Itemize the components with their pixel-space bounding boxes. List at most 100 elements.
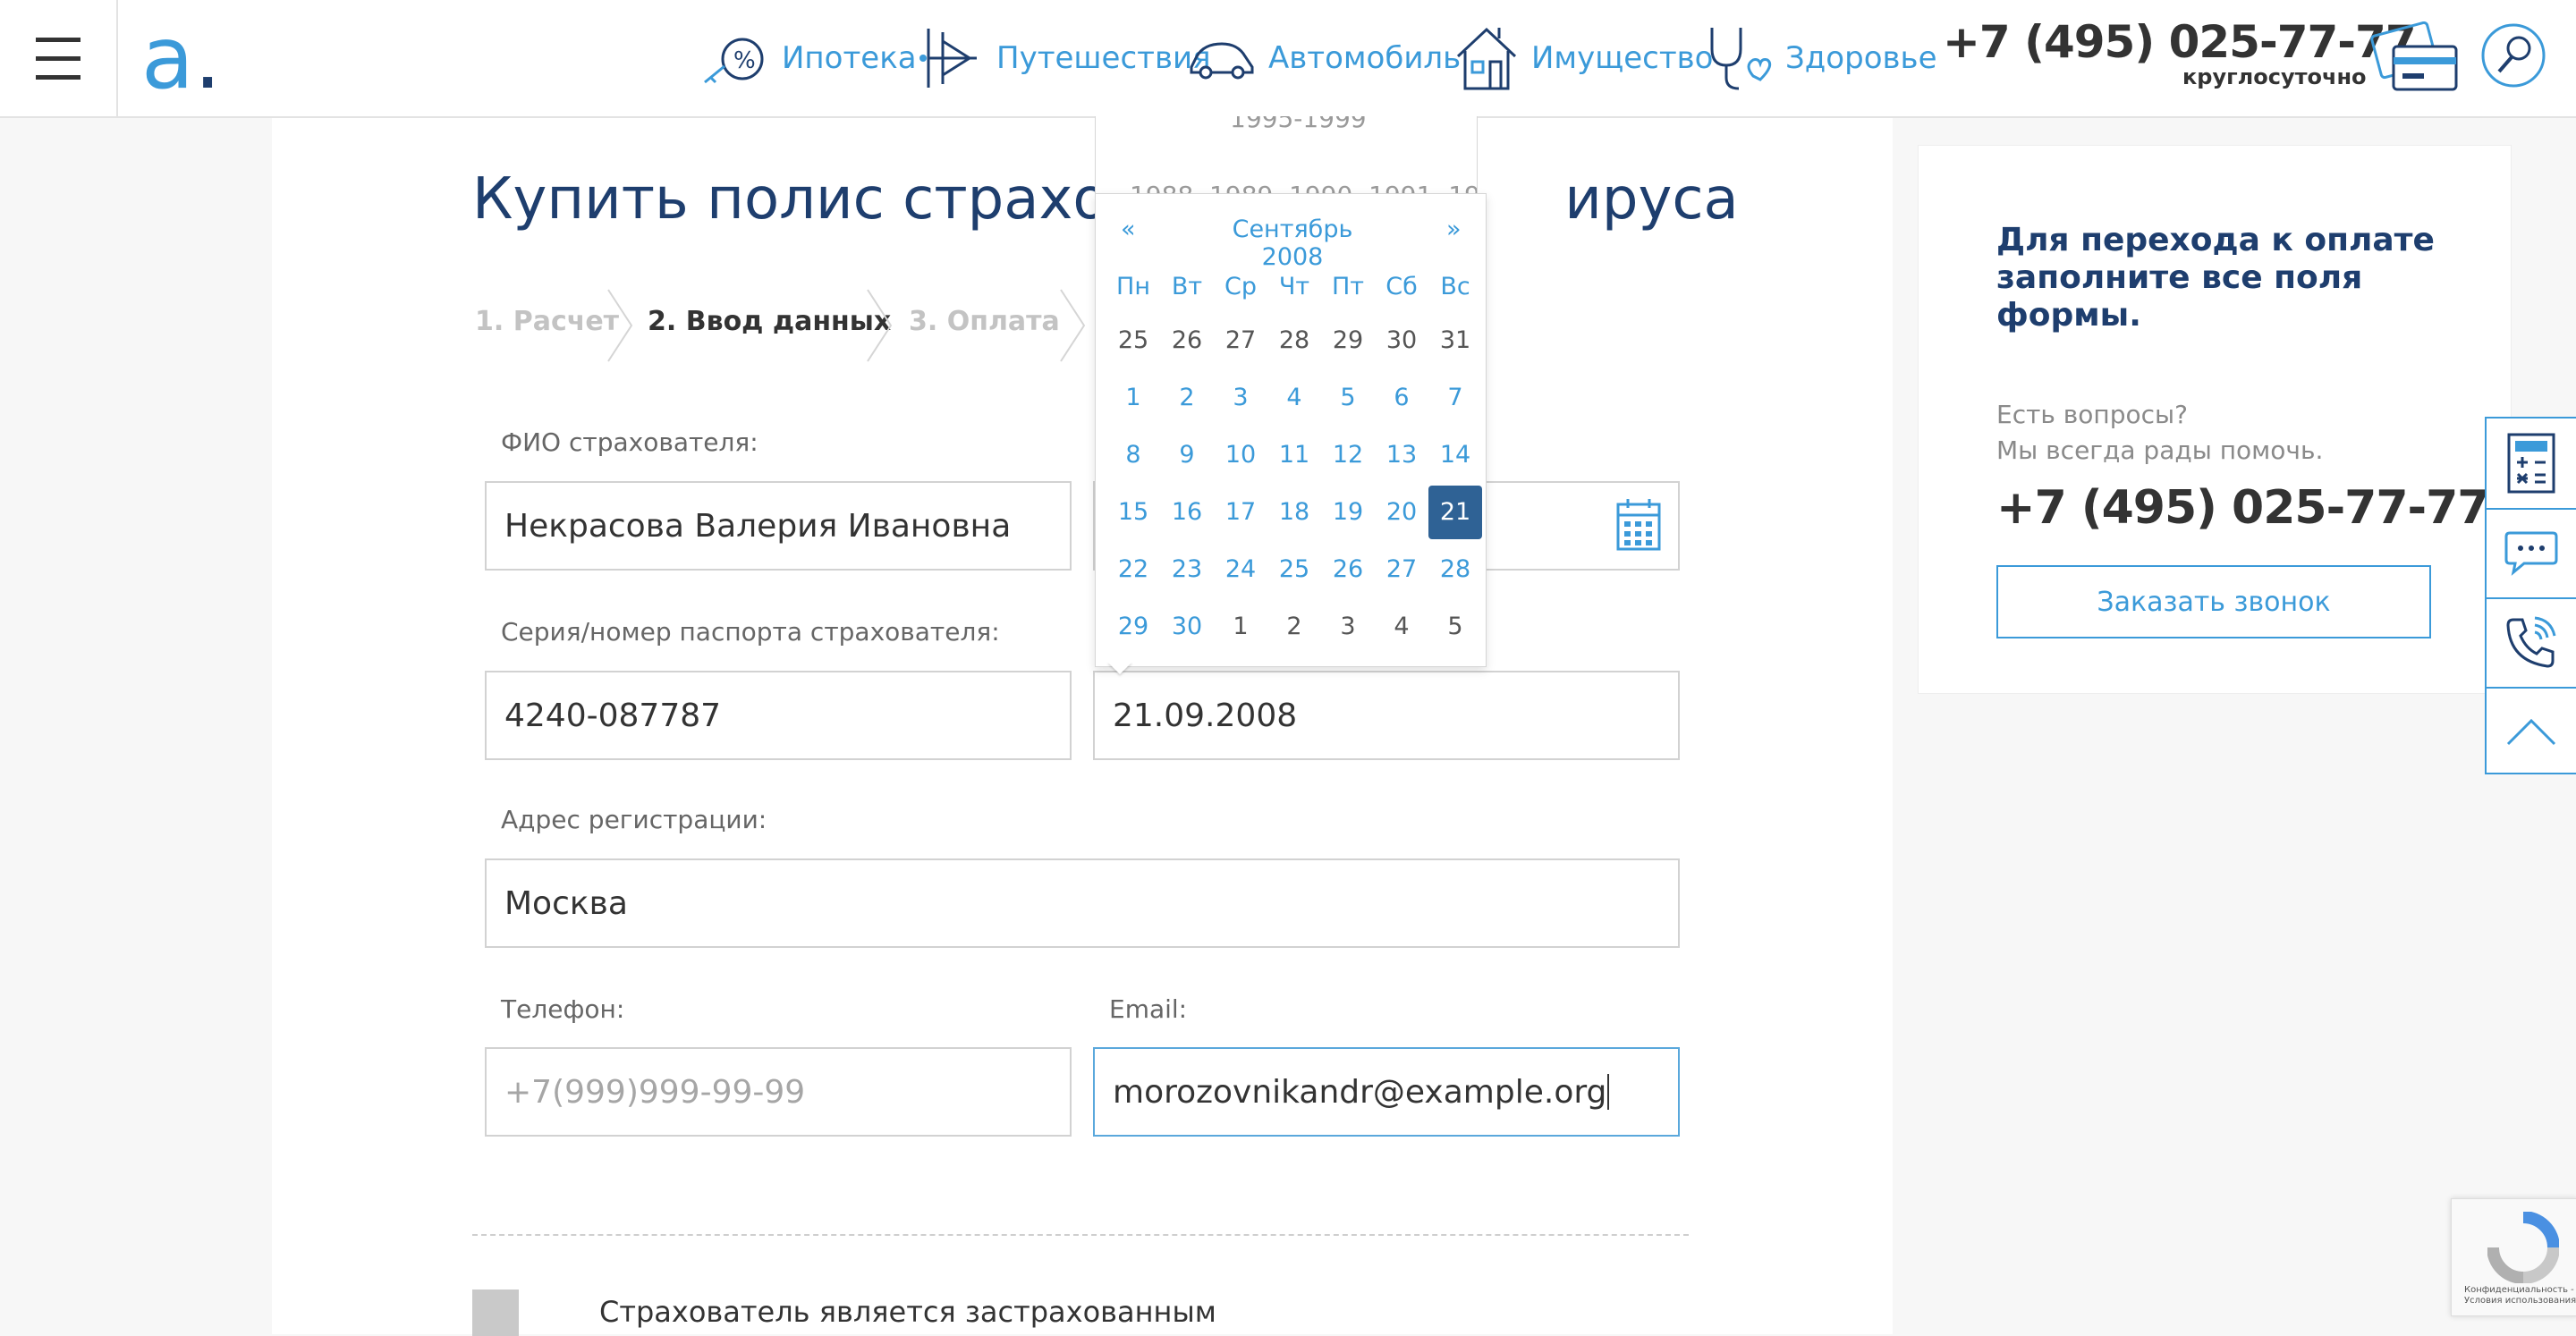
datepicker-day[interactable]: 20 (1375, 486, 1428, 539)
datepicker-day[interactable]: 26 (1160, 314, 1214, 368)
datepicker-day[interactable]: 1 (1214, 600, 1267, 654)
email-input[interactable]: morozovnikandr@example.org (1093, 1047, 1680, 1137)
menu-burger-icon[interactable] (0, 0, 118, 116)
datepicker-day[interactable]: 14 (1428, 428, 1482, 482)
datepicker-day[interactable]: 25 (1106, 314, 1160, 368)
datepicker-day[interactable]: 6 (1375, 371, 1428, 425)
datepicker-day[interactable]: 4 (1267, 371, 1321, 425)
chat-icon (2504, 531, 2558, 576)
datepicker-day[interactable]: 21 (1428, 486, 1482, 539)
side-title: Для перехода к оплате заполните все поля… (1996, 222, 2435, 334)
scroll-top-button[interactable] (2487, 687, 2576, 776)
calculator-icon (2507, 433, 2555, 494)
side-phone[interactable]: +7 (495) 025-77-77 (1996, 481, 2489, 535)
header-phone-note: круглосуточно (2182, 64, 2367, 89)
address-value: Москва (504, 884, 628, 922)
datepicker-day[interactable]: 17 (1214, 486, 1267, 539)
side-q1: Есть вопросы? (1996, 400, 2189, 429)
calendar-icon[interactable] (1615, 497, 1662, 553)
nav-mortgage[interactable]: % Ипотека (699, 18, 917, 98)
datepicker-day[interactable]: 28 (1267, 314, 1321, 368)
phone-input[interactable]: +7(999)999-99-99 (485, 1047, 1072, 1137)
email-value: morozovnikandr@example.org (1113, 1073, 1607, 1111)
datepicker-day[interactable]: 4 (1375, 600, 1428, 654)
datepicker-day[interactable]: 23 (1160, 543, 1214, 596)
datepicker-day[interactable]: 27 (1214, 314, 1267, 368)
datepicker-day[interactable]: 2 (1160, 371, 1214, 425)
datepicker-day[interactable]: 9 (1160, 428, 1214, 482)
datepicker-day[interactable]: 5 (1428, 600, 1482, 654)
datepicker-day[interactable]: 30 (1375, 314, 1428, 368)
datepicker-day[interactable]: 3 (1214, 371, 1267, 425)
datepicker-month-title[interactable]: Сентябрь 2008 (1212, 216, 1373, 271)
svg-text:%: % (733, 47, 756, 74)
datepicker-day[interactable]: 22 (1106, 543, 1160, 596)
datepicker: « Сентябрь 2008 » Пн Вт Ср Чт Пт Сб Вс 25 26 27 28… (1095, 193, 1487, 667)
datepicker-day[interactable]: 8 (1106, 428, 1160, 482)
floating-tools (2485, 417, 2576, 774)
address-input[interactable]: Москва (485, 858, 1680, 948)
datepicker-day[interactable]: 24 (1214, 543, 1267, 596)
nav-property[interactable]: Имущество (1453, 18, 1714, 98)
search-icon[interactable] (2479, 21, 2547, 89)
datepicker-day[interactable]: 30 (1160, 600, 1214, 654)
datepicker-day[interactable]: 26 (1321, 543, 1375, 596)
datepicker-next-button[interactable]: » (1446, 216, 1462, 243)
datepicker-day[interactable]: 16 (1160, 486, 1214, 539)
datepicker-weekday: Ср (1224, 273, 1257, 300)
datepicker-day[interactable]: 13 (1375, 428, 1428, 482)
datepicker-day[interactable]: 5 (1321, 371, 1375, 425)
datepicker-day[interactable]: 12 (1321, 428, 1375, 482)
step-payment[interactable]: 3. Оплата (909, 306, 1060, 337)
passport-date-input[interactable]: 21.09.2008 (1093, 671, 1680, 760)
datepicker-day[interactable]: 27 (1375, 543, 1428, 596)
passport-value: 4240-087787 (504, 697, 722, 734)
datepicker-day[interactable]: 10 (1214, 428, 1267, 482)
nav-travel[interactable]: Путешествия (916, 18, 1211, 98)
fio-label: ФИО страхователя: (501, 427, 758, 457)
datepicker-day[interactable]: 11 (1267, 428, 1321, 482)
datepicker-weekday: Чт (1278, 273, 1310, 300)
datepicker-day[interactable]: 29 (1321, 314, 1375, 368)
datepicker-day[interactable]: 19 (1321, 486, 1375, 539)
chat-button[interactable] (2487, 508, 2576, 599)
datepicker-day[interactable]: 15 (1106, 486, 1160, 539)
datepicker-prev-button[interactable]: « (1121, 216, 1136, 243)
recaptcha-badge[interactable]: Конфиденциальность - Условия использован… (2451, 1198, 2576, 1316)
datepicker-weekday: Пн (1116, 273, 1150, 300)
datepicker-weekday: Вс (1440, 273, 1470, 300)
step-calc[interactable]: 1. Расчет (475, 306, 619, 337)
payment-card-icon[interactable] (2370, 21, 2460, 97)
calculator-button[interactable] (2487, 419, 2576, 510)
datepicker-day[interactable]: 28 (1428, 543, 1482, 596)
phone-call-icon (2506, 616, 2556, 668)
recaptcha-line1: Конфиденциальность - (2464, 1285, 2574, 1295)
datepicker-day[interactable]: 7 (1428, 371, 1482, 425)
passport-label: Серия/номер паспорта страхователя: (501, 617, 1000, 647)
insured-checkbox-label: Страхователь является застрахованным (599, 1295, 1216, 1329)
call-button[interactable] (2487, 597, 2576, 689)
datepicker-day[interactable]: 29 (1106, 600, 1160, 654)
recaptcha-icon (2487, 1212, 2559, 1283)
datepicker-day[interactable]: 18 (1267, 486, 1321, 539)
datepicker-day[interactable]: 2 (1267, 600, 1321, 654)
passport-input[interactable]: 4240-087787 (485, 671, 1072, 760)
site-logo[interactable]: a. (141, 9, 221, 107)
side-help-text: Есть вопросы? Мы всегда рады помочь. (1996, 397, 2323, 469)
email-label: Email: (1109, 994, 1188, 1024)
mortgage-percent-icon: % (704, 38, 764, 84)
insured-checkbox[interactable] (472, 1289, 519, 1336)
callback-button[interactable]: Заказать звонок (1996, 565, 2431, 638)
step-arrow-icon (1060, 289, 1086, 362)
datepicker-day[interactable]: 3 (1321, 600, 1375, 654)
datepicker-day[interactable]: 1 (1106, 371, 1160, 425)
step-data[interactable]: 2. Ввод данных (648, 306, 891, 337)
datepicker-day[interactable]: 25 (1267, 543, 1321, 596)
nav-health[interactable]: Здоровье (1703, 18, 1937, 98)
datepicker-day[interactable]: 31 (1428, 314, 1482, 368)
fio-input[interactable]: Некрасова Валерия Ивановна (485, 481, 1072, 571)
nav-auto[interactable]: Автомобиль (1186, 18, 1461, 98)
recaptcha-line2: Условия использования (2464, 1296, 2576, 1306)
header-phone[interactable]: +7 (495) 025-77-77 (1943, 16, 2417, 68)
side-q2: Мы всегда рады помочь. (1996, 435, 2324, 465)
